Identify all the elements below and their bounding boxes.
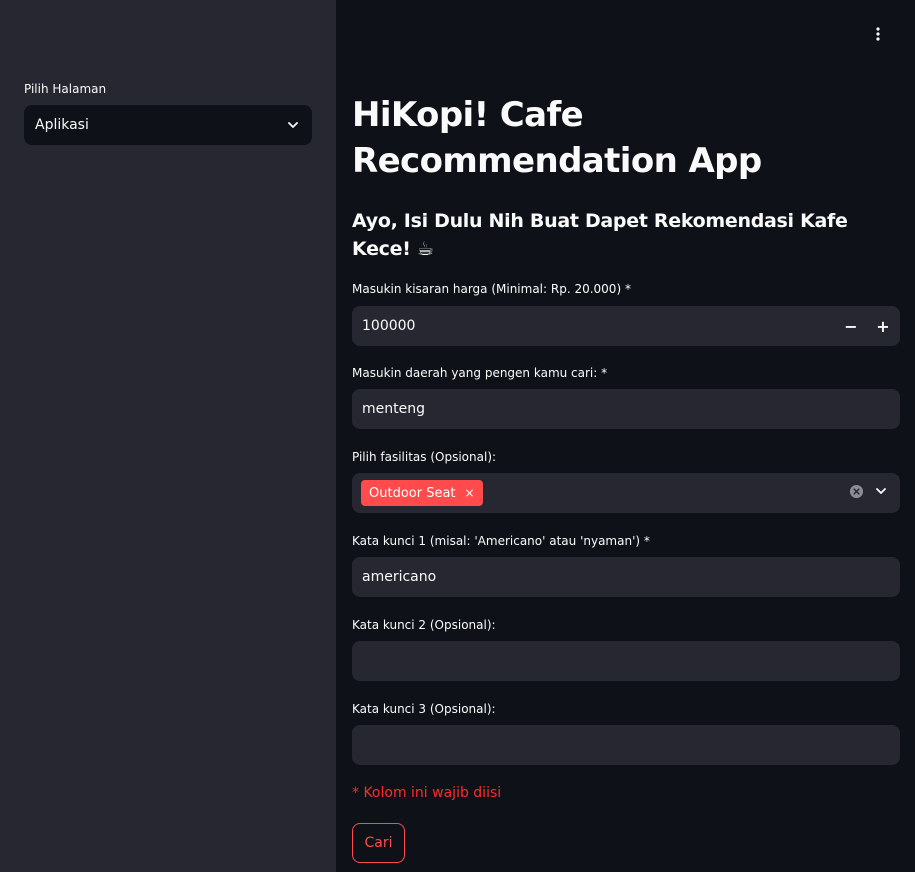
- chevron-down-icon: [286, 118, 300, 132]
- plus-icon: +: [876, 316, 890, 336]
- area-value: menteng: [362, 401, 425, 417]
- keyword1-label: Kata kunci 1 (misal: 'Americano' atau 'n…: [352, 534, 650, 548]
- facilities-label: Pilih fasilitas (Opsional):: [352, 450, 497, 464]
- keyword3-label: Kata kunci 3 (Opsional):: [352, 702, 496, 716]
- page-subtitle: Ayo, Isi Dulu Nih Buat Dapet Rekomendasi…: [352, 210, 848, 260]
- price-number-input[interactable]: 100000 − +: [352, 306, 900, 346]
- facility-tag: Outdoor Seat ×: [361, 480, 483, 506]
- page-select[interactable]: Aplikasi: [24, 105, 312, 145]
- search-button[interactable]: Cari: [352, 823, 405, 863]
- required-note: * Kolom ini wajib diisi: [352, 785, 502, 801]
- more-vertical-icon: [876, 26, 880, 45]
- facility-tag-label: Outdoor Seat: [369, 485, 456, 501]
- chevron-down-icon[interactable]: [874, 484, 888, 502]
- area-input[interactable]: menteng: [352, 389, 900, 429]
- price-label: Masukin kisaran harga (Minimal: Rp. 20.0…: [352, 282, 631, 296]
- increment-button[interactable]: +: [867, 306, 899, 346]
- remove-tag-icon[interactable]: ×: [465, 486, 475, 500]
- page-select-label: Pilih Halaman: [24, 82, 107, 96]
- minus-icon: −: [844, 316, 858, 336]
- main-menu-button[interactable]: [866, 22, 890, 48]
- page-select-value: Aplikasi: [35, 117, 89, 133]
- sidebar: Pilih Halaman Aplikasi: [0, 0, 336, 872]
- page-title: HiKopi! Cafe Recommendation App: [352, 95, 762, 181]
- keyword3-input[interactable]: [352, 725, 900, 765]
- keyword1-value: americano: [362, 569, 437, 585]
- clear-all-icon[interactable]: [849, 484, 864, 503]
- keyword1-input[interactable]: americano: [352, 557, 900, 597]
- price-value: 100000: [362, 318, 416, 334]
- decrement-button[interactable]: −: [835, 306, 867, 346]
- main-content: HiKopi! Cafe Recommendation App Ayo, Isi…: [336, 0, 915, 872]
- keyword2-label: Kata kunci 2 (Opsional):: [352, 618, 496, 632]
- area-label: Masukin daerah yang pengen kamu cari: *: [352, 366, 608, 380]
- facilities-multiselect[interactable]: Outdoor Seat ×: [352, 473, 900, 513]
- keyword2-input[interactable]: [352, 641, 900, 681]
